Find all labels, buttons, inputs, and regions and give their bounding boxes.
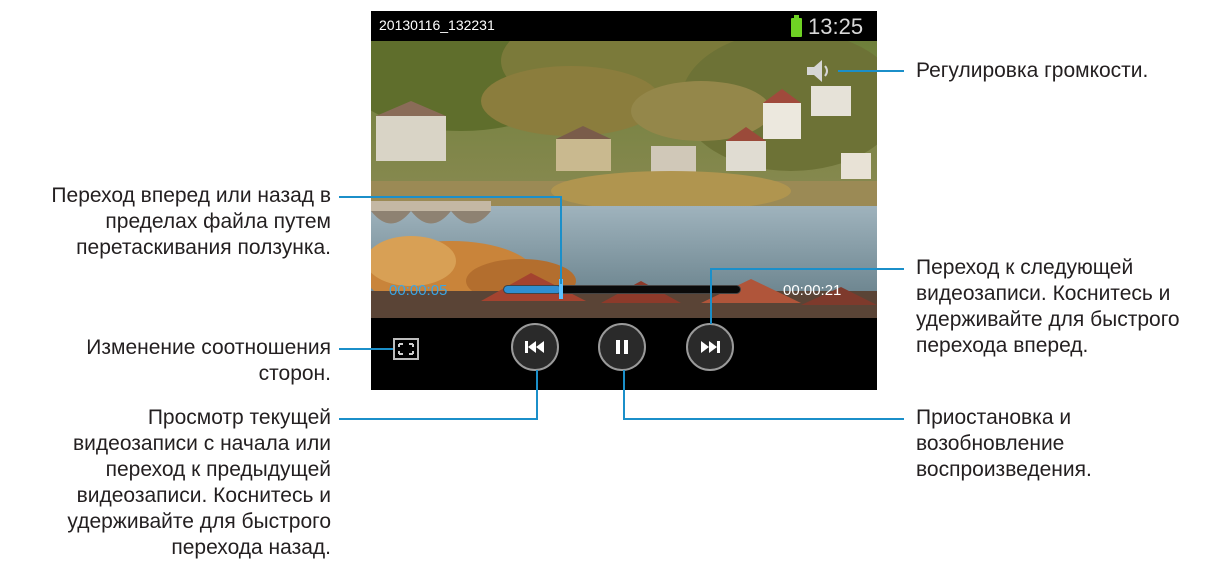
callout-volume: Регулировка громкости. (916, 58, 1148, 84)
skip-previous-icon (525, 341, 544, 353)
previous-button[interactable] (511, 323, 559, 371)
pause-button[interactable] (598, 323, 646, 371)
callout-aspect: Изменение соотношения сторон. (86, 335, 331, 387)
callout-previous-line: видеозаписи. Коснитесь и (76, 484, 331, 507)
callout-previous-line: Просмотр текущей (147, 406, 331, 429)
pause-icon (616, 340, 628, 354)
callout-pause: Приостановка и возобновление воспроизвед… (916, 405, 1092, 483)
callout-aspect-line: Изменение соотношения (86, 336, 331, 359)
leader-volume (838, 70, 904, 72)
callout-next-line: видеозаписи. Коснитесь и (916, 282, 1171, 305)
battery-icon (791, 15, 802, 37)
leader-next-v (710, 268, 712, 324)
status-clock: 13:25 (808, 14, 864, 39)
leader-aspect (339, 348, 393, 350)
callout-previous-line: видеозаписи с начала или (73, 432, 331, 455)
callout-seek: Переход вперед или назад в пределах файл… (51, 183, 331, 261)
callout-previous: Просмотр текущей видеозаписи с начала ил… (67, 405, 331, 561)
skip-next-icon (701, 341, 720, 353)
seek-bar-progress (504, 286, 561, 293)
leader-next-h (710, 268, 904, 270)
callout-pause-line: Приостановка и (916, 406, 1072, 429)
callout-volume-text: Регулировка громкости. (916, 59, 1149, 82)
callout-next-line: перехода вперед. (916, 334, 1089, 357)
leader-previous-h (339, 418, 538, 420)
leader-previous-v (536, 370, 538, 420)
callout-seek-line: Переход вперед или назад в (51, 184, 331, 207)
callout-aspect-line: сторон. (258, 362, 331, 385)
callout-next-line: удерживайте для быстрого (916, 308, 1180, 331)
callout-previous-line: удерживайте для быстрого (67, 510, 331, 533)
video-filename: 20130116_132231 (379, 17, 495, 33)
aspect-ratio-icon (398, 343, 414, 355)
speaker-volume-icon (807, 60, 828, 82)
seek-bar[interactable] (503, 285, 741, 294)
next-button[interactable] (686, 323, 734, 371)
leader-pause-v (623, 370, 625, 420)
callout-previous-line: переход к предыдущей (105, 458, 331, 481)
video-player-screen: 20130116_132231 13:25 00:00:05 00:00:21 (371, 11, 877, 390)
aspect-ratio-button[interactable] (393, 338, 419, 360)
video-frame[interactable] (371, 41, 877, 318)
leader-seek-v (560, 196, 562, 284)
total-time: 00:00:21 (783, 282, 842, 299)
leader-pause-h (623, 418, 904, 420)
leader-seek-h (339, 196, 562, 198)
callout-next: Переход к следующей видеозаписи. Косните… (916, 255, 1180, 359)
callout-pause-line: возобновление (916, 432, 1065, 455)
volume-button[interactable] (805, 58, 835, 89)
callout-previous-line: перехода назад. (171, 536, 331, 559)
current-time: 00:00:05 (389, 282, 448, 299)
callout-pause-line: воспроизведения. (916, 458, 1092, 481)
callout-next-line: Переход к следующей (916, 256, 1134, 279)
callout-seek-line: перетаскивания ползунка. (76, 236, 331, 259)
status-bar: 20130116_132231 13:25 (371, 11, 877, 41)
callout-seek-line: пределах файла путем (105, 210, 331, 233)
